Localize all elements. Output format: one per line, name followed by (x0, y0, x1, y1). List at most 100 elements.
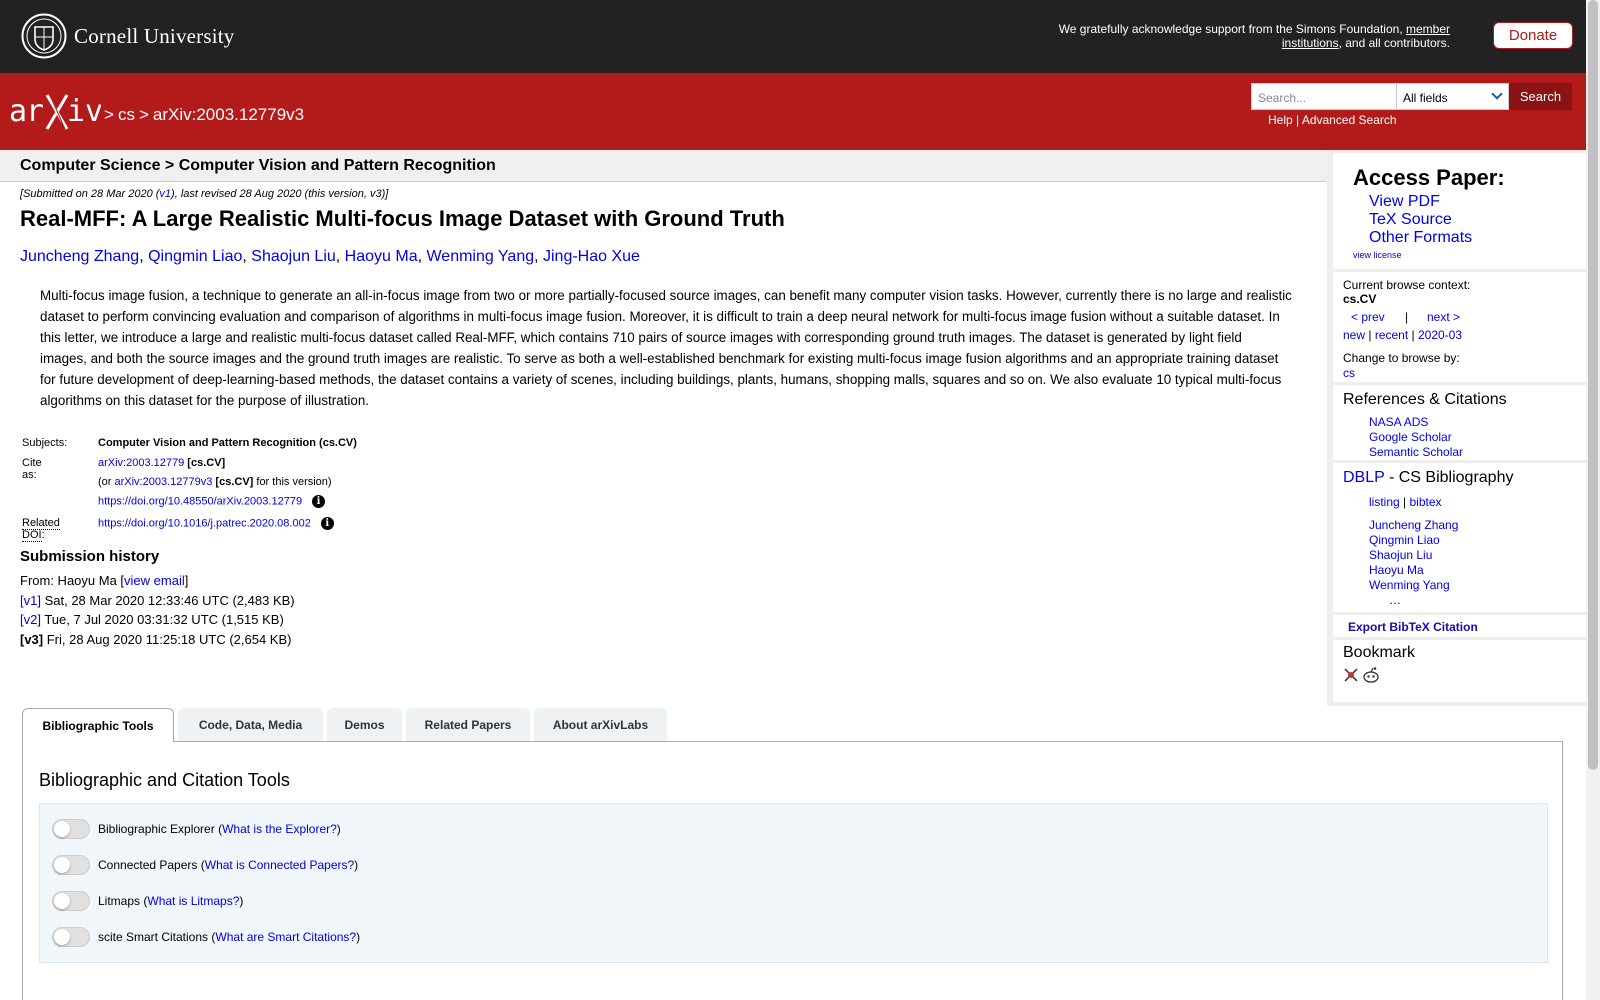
tab-code-data-media[interactable]: Code, Data, Media (178, 708, 323, 742)
new-link[interactable]: new (1343, 328, 1365, 342)
cornell-seal-icon (21, 13, 67, 59)
cite-id-link[interactable]: arXiv:2003.12779 (98, 457, 184, 469)
svg-text:iv: iv (67, 94, 101, 129)
access-paper-box: Access Paper: View PDF TeX Source Other … (1333, 153, 1586, 269)
what-is-link[interactable]: What is Litmaps? (147, 894, 239, 908)
other-formats-link[interactable]: Other Formats (1369, 229, 1472, 247)
page-scrollbar[interactable] (1586, 0, 1600, 1000)
bibliographic-explorer-toggle[interactable] (52, 819, 90, 839)
tool-row: Bibliographic Explorer (What is the Expl… (52, 819, 341, 839)
bibsonomy-icon[interactable] (1343, 667, 1359, 683)
university-name: Cornell University (74, 23, 235, 48)
related-doi-label: Related DOI (22, 517, 60, 542)
next-link[interactable]: next > (1427, 310, 1460, 324)
subject-header-bar: Computer Science > Computer Vision and P… (0, 150, 1327, 182)
submission-history-title: Submission history (20, 548, 160, 565)
panel-title: Bibliographic and Citation Tools (39, 770, 290, 790)
author-link[interactable]: Juncheng Zhang (20, 248, 139, 265)
cite-label: Cite as: (22, 457, 42, 481)
scrollbar-thumb[interactable] (1588, 0, 1598, 770)
google-scholar-link[interactable]: Google Scholar (1369, 430, 1452, 444)
author-link[interactable]: Wenming Yang (426, 248, 534, 265)
search-input[interactable]: Search... (1251, 83, 1396, 110)
breadcrumb-cs[interactable]: cs (118, 105, 135, 124)
cite-version-link[interactable]: arXiv:2003.12779v3 (115, 476, 213, 488)
v1-link[interactable]: v1 (159, 188, 171, 200)
tab-demos[interactable]: Demos (327, 708, 402, 742)
bookmark-box: Bookmark (1333, 640, 1586, 702)
breadcrumb-paper-id: arXiv:2003.12779v3 (152, 105, 305, 124)
references-title: References & Citations (1343, 391, 1507, 408)
bibtex-link[interactable]: bibtex (1409, 495, 1441, 509)
browse-cs-link[interactable]: cs (1343, 366, 1355, 380)
listing-link[interactable]: listing (1369, 495, 1400, 509)
support-acknowledgement: We gratefully acknowledge support from t… (1058, 22, 1450, 50)
info-icon[interactable]: i (312, 495, 326, 508)
related-doi-link[interactable]: https://doi.org/10.1016/j.patrec.2020.08… (98, 517, 311, 529)
references-box: References & Citations NASA ADS Google S… (1333, 385, 1586, 460)
what-is-link[interactable]: What is the Explorer? (222, 822, 337, 836)
tex-source-link[interactable]: TeX Source (1369, 211, 1452, 229)
arxiv-logo[interactable]: ar iv (9, 89, 101, 133)
advanced-search-link[interactable]: Advanced Search (1302, 113, 1397, 127)
subjects-value: Computer Vision and Pattern Recognition … (98, 437, 357, 449)
paper-title: Real-MFF: A Large Realistic Multi-focus … (20, 206, 785, 231)
dblp-author-link[interactable]: Haoyu Ma (1369, 563, 1424, 577)
export-bibtex-link[interactable]: Export BibTeX Citation (1348, 620, 1478, 634)
author-link[interactable]: Qingmin Liao (148, 248, 242, 265)
dblp-author-link[interactable]: Shaojun Liu (1369, 548, 1432, 562)
author-link[interactable]: Haoyu Ma (345, 248, 418, 265)
version-entry: [v1] Sat, 28 Mar 2020 12:33:46 UTC (2,48… (20, 592, 295, 608)
export-box: Export BibTeX Citation (1333, 615, 1586, 637)
nasa-ads-link[interactable]: NASA ADS (1369, 415, 1428, 429)
access-paper-title: Access Paper: (1353, 165, 1505, 190)
reddit-icon[interactable] (1362, 666, 1380, 684)
version-link[interactable]: [v2] (20, 612, 41, 627)
prev-link[interactable]: < prev (1351, 310, 1385, 324)
what-is-link[interactable]: What are Smart Citations? (215, 930, 356, 944)
browse-context: cs.CV (1343, 292, 1377, 306)
donate-button[interactable]: Donate (1493, 22, 1573, 49)
view-email-link[interactable]: view email (124, 573, 185, 588)
connected-papers-toggle[interactable] (52, 855, 90, 875)
browse-context-box: Current browse context: cs.CV < prev | n… (1333, 272, 1586, 382)
tool-row: Litmaps (What is Litmaps?) (52, 891, 243, 911)
help-links: Help | Advanced Search (1268, 113, 1397, 127)
tab-about-arxivlabs[interactable]: About arXivLabs (534, 708, 667, 742)
info-icon[interactable]: i (320, 517, 334, 530)
citation-tools: Bibliographic Explorer (What is the Expl… (39, 803, 1548, 963)
help-link[interactable]: Help (1268, 113, 1293, 127)
dblp-author-link[interactable]: Qingmin Liao (1369, 533, 1440, 547)
search-button[interactable]: Search (1509, 83, 1572, 110)
scite-toggle[interactable] (52, 927, 90, 947)
doi-link[interactable]: https://doi.org/10.48550/arXiv.2003.1277… (98, 495, 302, 507)
author-list: Juncheng Zhang, Qingmin Liao, Shaojun Li… (20, 248, 640, 265)
dblp-author-link[interactable]: Wenming Yang (1369, 578, 1450, 592)
tab-related-papers[interactable]: Related Papers (406, 708, 530, 742)
view-license-link[interactable]: view license (1353, 250, 1402, 260)
svg-text:ar: ar (9, 94, 43, 129)
version-link[interactable]: [v1] (20, 593, 41, 608)
abstract: Multi-focus image fusion, a technique to… (40, 288, 1292, 408)
submission-history: From: Haoyu Ma [view email] [v1] Sat, 28… (20, 571, 295, 649)
search-field-select[interactable]: All fields (1396, 83, 1509, 110)
recent-link[interactable]: recent (1375, 328, 1408, 342)
breadcrumb: > cs > arXiv:2003.12779v3 (104, 105, 305, 124)
version-entry: [v2] Tue, 7 Jul 2020 03:31:32 UTC (1,515… (20, 612, 284, 627)
subjects-label: Subjects: (22, 437, 68, 449)
view-pdf-link[interactable]: View PDF (1369, 193, 1440, 211)
cornell-logo[interactable]: Cornell University (21, 13, 235, 59)
litmaps-toggle[interactable] (52, 891, 90, 911)
tab-panel: Bibliographic and Citation Tools Bibliog… (22, 741, 1563, 1000)
arxiv-header: ar iv > cs > arXiv:2003.12779v3 Search... A… (0, 73, 1586, 150)
tab-bibliographic-tools[interactable]: Bibliographic Tools (22, 708, 174, 743)
semantic-scholar-link[interactable]: Semantic Scholar (1369, 445, 1463, 459)
dblp-author-link[interactable]: Juncheng Zhang (1369, 518, 1458, 532)
author-link[interactable]: Shaojun Liu (251, 248, 336, 265)
what-is-link[interactable]: What is Connected Papers? (205, 858, 354, 872)
month-link[interactable]: 2020-03 (1418, 328, 1462, 342)
author-link[interactable]: Jing-Hao Xue (543, 248, 640, 265)
subject-header: Computer Science > Computer Vision and P… (20, 157, 496, 174)
chevron-down-icon (1491, 88, 1503, 100)
dblp-link[interactable]: DBLP (1343, 469, 1385, 486)
